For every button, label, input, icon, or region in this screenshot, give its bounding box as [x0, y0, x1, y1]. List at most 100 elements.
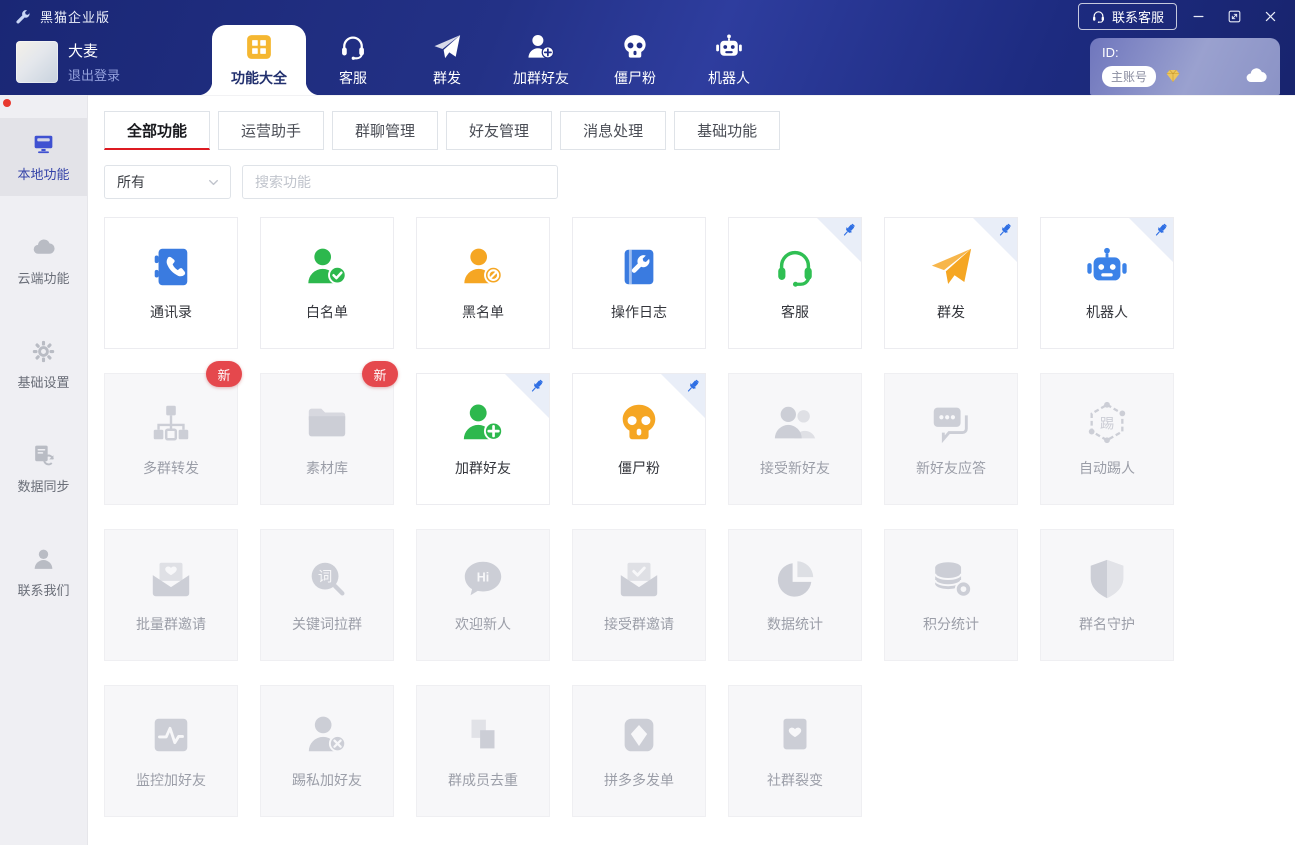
nav-add-group-friends[interactable]: 加群好友	[494, 25, 588, 95]
grid-icon	[244, 32, 274, 62]
sidebar-cloud-features[interactable]: 云端功能	[0, 222, 87, 300]
cloud-sync-button[interactable]	[1244, 64, 1268, 88]
pin-icon	[527, 377, 546, 396]
feature-card-label: 群成员去重	[448, 770, 518, 790]
feature-card-label: 加群好友	[455, 458, 511, 478]
avatar[interactable]	[16, 41, 58, 83]
feature-group-member-dedup[interactable]: 群成员去重	[416, 685, 550, 817]
sidebar-basic-settings[interactable]: 基础设置	[0, 326, 87, 404]
mail-check-icon	[616, 556, 662, 602]
nav-features[interactable]: 功能大全	[212, 25, 306, 95]
pdd-icon	[616, 712, 662, 758]
main-area: 本地功能 云端功能 基础设置 数据同步	[0, 95, 1295, 845]
feature-card-label: 操作日志	[611, 302, 667, 322]
feature-batch-group-invite[interactable]: 批量群邀请	[104, 529, 238, 661]
sidebar-contact-us[interactable]: 联系我们	[0, 534, 87, 612]
phonebook-icon	[148, 244, 194, 290]
folder-icon	[304, 400, 350, 446]
nav-item-label: 功能大全	[231, 68, 287, 88]
overlap-icon	[460, 712, 506, 758]
sidebar-item-label: 基础设置	[17, 372, 69, 391]
feature-card-label: 白名单	[306, 302, 348, 322]
nav-item-label: 群发	[433, 68, 461, 88]
feature-welcome-newcomer[interactable]: 欢迎新人	[416, 529, 550, 661]
feature-accept-new-friends[interactable]: 接受新好友	[728, 373, 862, 505]
feature-whitelist[interactable]: 白名单	[260, 217, 394, 349]
search-input[interactable]	[242, 165, 558, 199]
feature-card-label: 欢迎新人	[455, 614, 511, 634]
sidebar-item-label: 本地功能	[17, 164, 69, 183]
feature-robot[interactable]: 机器人	[1040, 217, 1174, 349]
account-id-label: ID:	[1102, 45, 1268, 60]
feature-customer-service[interactable]: 客服	[728, 217, 862, 349]
shield-icon	[1084, 556, 1130, 602]
nav-customer-service[interactable]: 客服	[306, 25, 400, 95]
content: 全部功能 运营助手 群聊管理 好友管理 消息处理 基础功能 所有	[88, 95, 1295, 845]
feature-multi-group-forward[interactable]: 新 多群转发	[104, 373, 238, 505]
sidebar-data-sync[interactable]: 数据同步	[0, 430, 87, 508]
feature-auto-kick[interactable]: 自动踢人	[1040, 373, 1174, 505]
tab-friend-manage[interactable]: 好友管理	[446, 111, 552, 150]
feature-card-label: 通讯录	[150, 302, 192, 322]
feature-operation-log[interactable]: 操作日志	[572, 217, 706, 349]
nav-robot[interactable]: 机器人	[682, 25, 776, 95]
category-select[interactable]: 所有	[104, 165, 231, 199]
minimize-button[interactable]	[1191, 6, 1213, 28]
person-plus-icon	[460, 400, 506, 446]
maximize-button[interactable]	[1227, 6, 1249, 28]
gem-icon	[1164, 67, 1182, 85]
keyword-icon	[304, 556, 350, 602]
feature-mass-send[interactable]: 群发	[884, 217, 1018, 349]
person-check-icon	[304, 244, 350, 290]
sidebar-local-features[interactable]: 本地功能	[0, 118, 87, 196]
tab-all[interactable]: 全部功能	[104, 111, 210, 150]
person-icon	[31, 547, 56, 572]
headset-icon	[772, 244, 818, 290]
logout-link[interactable]: 退出登录	[68, 65, 120, 84]
feature-card-label: 新好友应答	[916, 458, 986, 478]
feature-community-fission[interactable]: 社群裂变	[728, 685, 862, 817]
close-button[interactable]	[1263, 6, 1285, 28]
contact-support-button[interactable]: 联系客服	[1078, 3, 1177, 30]
user-name: 大麦	[68, 40, 120, 61]
feature-data-statistics[interactable]: 数据统计	[728, 529, 862, 661]
feature-blacklist[interactable]: 黑名单	[416, 217, 550, 349]
feature-grid: 通讯录 白名单 黑名	[104, 217, 1295, 817]
feature-card-label: 拼多多发单	[604, 770, 674, 790]
feature-card-label: 踢私加好友	[292, 770, 362, 790]
feature-add-group-friends[interactable]: 加群好友	[416, 373, 550, 505]
chevron-down-icon	[207, 176, 220, 189]
wrench-logo-icon	[14, 8, 32, 26]
feature-kick-private-add[interactable]: 踢私加好友	[260, 685, 394, 817]
feature-contacts[interactable]: 通讯录	[104, 217, 238, 349]
feature-monitor-add-friend[interactable]: 监控加好友	[104, 685, 238, 817]
feature-accept-group-invite[interactable]: 接受群邀请	[572, 529, 706, 661]
feature-card-label: 接受群邀请	[604, 614, 674, 634]
fission-icon	[772, 712, 818, 758]
feature-group-name-guard[interactable]: 群名守护	[1040, 529, 1174, 661]
sidebar: 本地功能 云端功能 基础设置 数据同步	[0, 95, 88, 845]
nav-mass-send[interactable]: 群发	[400, 25, 494, 95]
feature-card-label: 僵尸粉	[618, 458, 660, 478]
log-book-icon	[616, 244, 662, 290]
nav-item-label: 客服	[339, 68, 367, 88]
feature-points-statistics[interactable]: 积分统计	[884, 529, 1018, 661]
tab-group-manage[interactable]: 群聊管理	[332, 111, 438, 150]
feature-card-label: 群名守护	[1079, 614, 1135, 634]
hex-kick-icon	[1084, 400, 1130, 446]
tab-basic[interactable]: 基础功能	[674, 111, 780, 150]
main-nav: 功能大全 客服 群发 加群好友	[212, 25, 776, 95]
feature-new-friend-reply[interactable]: 新好友应答	[884, 373, 1018, 505]
headset-icon	[1091, 9, 1106, 24]
feature-keyword-pull-group[interactable]: 关键词拉群	[260, 529, 394, 661]
nav-item-label: 加群好友	[513, 68, 569, 88]
feature-pdd-send-order[interactable]: 拼多多发单	[572, 685, 706, 817]
feature-zombie-fans[interactable]: 僵尸粉	[572, 373, 706, 505]
flowchart-icon	[148, 400, 194, 446]
nav-zombie-fans[interactable]: 僵尸粉	[588, 25, 682, 95]
gear-icon	[31, 339, 56, 364]
tab-ops-assistant[interactable]: 运营助手	[218, 111, 324, 150]
feature-material-library[interactable]: 新 素材库	[260, 373, 394, 505]
tab-message-handle[interactable]: 消息处理	[560, 111, 666, 150]
pin-icon	[683, 377, 702, 396]
